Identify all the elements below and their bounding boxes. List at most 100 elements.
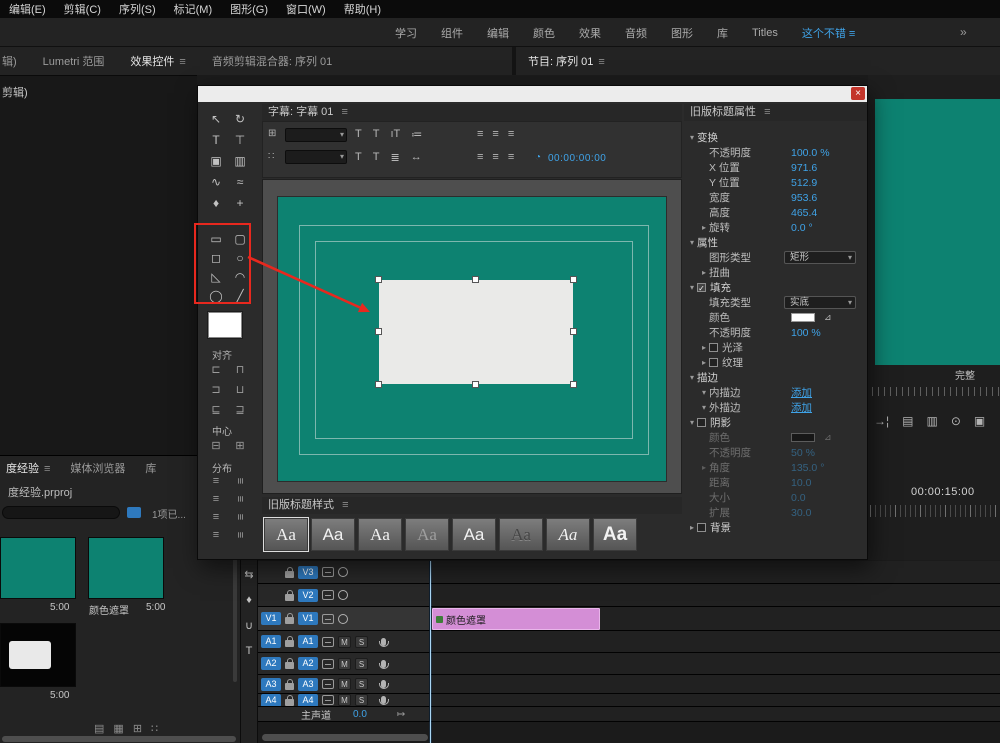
- font-size-icon[interactable]: ıT: [390, 128, 400, 140]
- property-row[interactable]: 不透明度 100.0 %: [684, 145, 867, 160]
- track-settings-icon[interactable]: [322, 695, 334, 705]
- mute-button[interactable]: M: [338, 635, 351, 648]
- align-vertical-bottom-icon[interactable]: ⊒: [235, 403, 244, 416]
- resize-handle[interactable]: [472, 381, 479, 388]
- wrap-text-icon[interactable]: ≡: [492, 151, 498, 163]
- checkbox[interactable]: [697, 418, 706, 427]
- eyedropper-icon[interactable]: ⊿: [824, 312, 832, 323]
- tracking-icon[interactable]: ↔: [411, 151, 422, 163]
- add-stroke-link[interactable]: 添加: [791, 400, 812, 415]
- freeform-view-icon[interactable]: ⊞: [133, 722, 142, 735]
- property-row[interactable]: 宽度 953.6: [684, 190, 867, 205]
- align-left-icon[interactable]: ≡: [477, 128, 483, 140]
- property-row[interactable]: Y 位置 512.9: [684, 175, 867, 190]
- track-target-button[interactable]: V2: [298, 588, 318, 602]
- dialog-titlebar[interactable]: ×: [198, 86, 867, 102]
- track-output-icon[interactable]: [338, 613, 348, 624]
- dropdown[interactable]: 实底 ▾: [784, 296, 856, 309]
- track-target-button[interactable]: A4: [298, 694, 318, 706]
- title-properties-header[interactable]: 旧版标题属性 ≡: [684, 104, 867, 121]
- tab-project[interactable]: 度经验 ≡: [6, 460, 50, 476]
- property-value[interactable]: 0.0 °: [791, 222, 813, 234]
- underline-icon[interactable]: T: [355, 151, 362, 163]
- menu-item[interactable]: 窗口(W): [277, 1, 335, 17]
- disclosure-icon[interactable]: ▸: [699, 463, 709, 472]
- project-item-name[interactable]: 颜色遮罩: [89, 602, 129, 617]
- disclosure-icon[interactable]: ▾: [687, 238, 697, 247]
- titler-timecode[interactable]: 00:00:00:00: [548, 153, 606, 164]
- lift-icon[interactable]: ▤: [902, 414, 913, 428]
- checkbox[interactable]: [709, 358, 718, 367]
- workspace-tab[interactable]: 音频: [613, 25, 659, 41]
- property-value[interactable]: 953.6: [791, 192, 817, 204]
- tab-audio-clip-mixer[interactable]: 音频剪辑混合器: 序列 01: [212, 53, 332, 69]
- menu-item[interactable]: 序列(S): [110, 1, 165, 17]
- property-value[interactable]: 135.0 °: [791, 462, 824, 474]
- distribute-vertical-top-icon[interactable]: ≡: [234, 478, 246, 484]
- timeline-ruler-right[interactable]: [870, 505, 1000, 517]
- tab-effect-controls[interactable]: 效果控件 ≡: [130, 53, 185, 69]
- track-target-button[interactable]: A3: [298, 677, 318, 691]
- mic-icon[interactable]: [378, 659, 389, 669]
- property-row[interactable]: 图形类型 矩形 ▾: [684, 250, 867, 265]
- track-select-tool-icon[interactable]: ⇆: [244, 568, 253, 581]
- tab-libraries[interactable]: 库: [145, 460, 156, 476]
- track-target-button[interactable]: A1: [298, 635, 318, 648]
- pen-tool-icon[interactable]: ♦: [246, 594, 252, 606]
- lock-icon[interactable]: [285, 636, 294, 647]
- workspace-tab[interactable]: 颜色: [521, 25, 567, 41]
- distribute-horizontal-right-icon[interactable]: ≡: [213, 511, 219, 523]
- source-track-indicator[interactable]: A3: [261, 677, 281, 691]
- dialog-close-button[interactable]: ×: [851, 87, 865, 100]
- source-track-indicator[interactable]: V1: [261, 612, 281, 625]
- title-style-swatch[interactable]: Aa: [499, 518, 543, 551]
- property-row[interactable]: ▾ 变换: [684, 130, 867, 145]
- solo-button[interactable]: S: [355, 657, 368, 670]
- property-row[interactable]: 大小 0.0: [684, 490, 867, 505]
- checkbox[interactable]: [697, 523, 706, 532]
- project-hscroll[interactable]: [2, 736, 236, 742]
- goto-out-icon[interactable]: →¦: [874, 414, 889, 428]
- property-row[interactable]: ▾ 内描边 添加: [684, 385, 867, 400]
- property-row[interactable]: 颜色 ⊿: [684, 310, 867, 325]
- mute-button[interactable]: M: [338, 678, 351, 690]
- disclosure-icon[interactable]: ▸: [687, 523, 697, 532]
- property-row[interactable]: ▸ 角度 135.0 °: [684, 460, 867, 475]
- distribute-horizontal-left-icon[interactable]: ≡: [213, 475, 219, 487]
- solo-button[interactable]: S: [355, 694, 368, 706]
- property-row[interactable]: ▸ 纹理: [684, 355, 867, 370]
- color-swatch[interactable]: [791, 433, 815, 442]
- source-track-indicator[interactable]: A1: [261, 635, 281, 648]
- track-header[interactable]: A2 A2 M S: [258, 653, 430, 674]
- property-row[interactable]: ▾ 阴影: [684, 415, 867, 430]
- source-track-indicator[interactable]: A2: [261, 657, 281, 670]
- master-track-header[interactable]: 主声道 0.0 ↦: [258, 707, 430, 721]
- property-row[interactable]: ▸ 旋转 0.0 °: [684, 220, 867, 235]
- font-family-dropdown[interactable]: ▾: [285, 128, 347, 142]
- resize-handle[interactable]: [472, 276, 479, 283]
- show-background-icon[interactable]: ≡: [508, 151, 514, 163]
- mic-icon[interactable]: [378, 637, 389, 647]
- track-header[interactable]: V3: [258, 561, 430, 583]
- align-right-icon[interactable]: ≡: [508, 128, 514, 140]
- add-anchor-point-tool-icon[interactable]: +: [229, 194, 251, 212]
- property-value[interactable]: 971.6: [791, 162, 817, 174]
- tab-media-browser[interactable]: 媒体浏览器: [70, 460, 125, 476]
- property-value[interactable]: 100 %: [791, 327, 821, 339]
- workspace-tab[interactable]: 效果: [567, 25, 613, 41]
- track-header[interactable]: V1 V1: [258, 607, 430, 630]
- track-settings-icon[interactable]: [322, 613, 334, 624]
- menu-item[interactable]: 帮助(H): [335, 1, 390, 17]
- disclosure-icon[interactable]: ▸: [699, 358, 709, 367]
- distribute-horizontal-even-icon[interactable]: ≡: [213, 529, 219, 541]
- track-target-button[interactable]: V3: [298, 565, 318, 579]
- type-tool-icon[interactable]: T: [205, 131, 227, 149]
- property-row[interactable]: 不透明度 100 %: [684, 325, 867, 340]
- list-view-icon[interactable]: ▤: [94, 722, 104, 735]
- distribute-vertical-bottom-icon[interactable]: ≡: [234, 514, 246, 520]
- mic-icon[interactable]: [378, 680, 389, 689]
- align-vertical-center-icon[interactable]: ⊔: [236, 383, 245, 396]
- workspace-tab[interactable]: 组件: [429, 25, 475, 41]
- title-style-swatch[interactable]: Aa: [311, 518, 355, 551]
- bold-icon[interactable]: T: [355, 128, 362, 140]
